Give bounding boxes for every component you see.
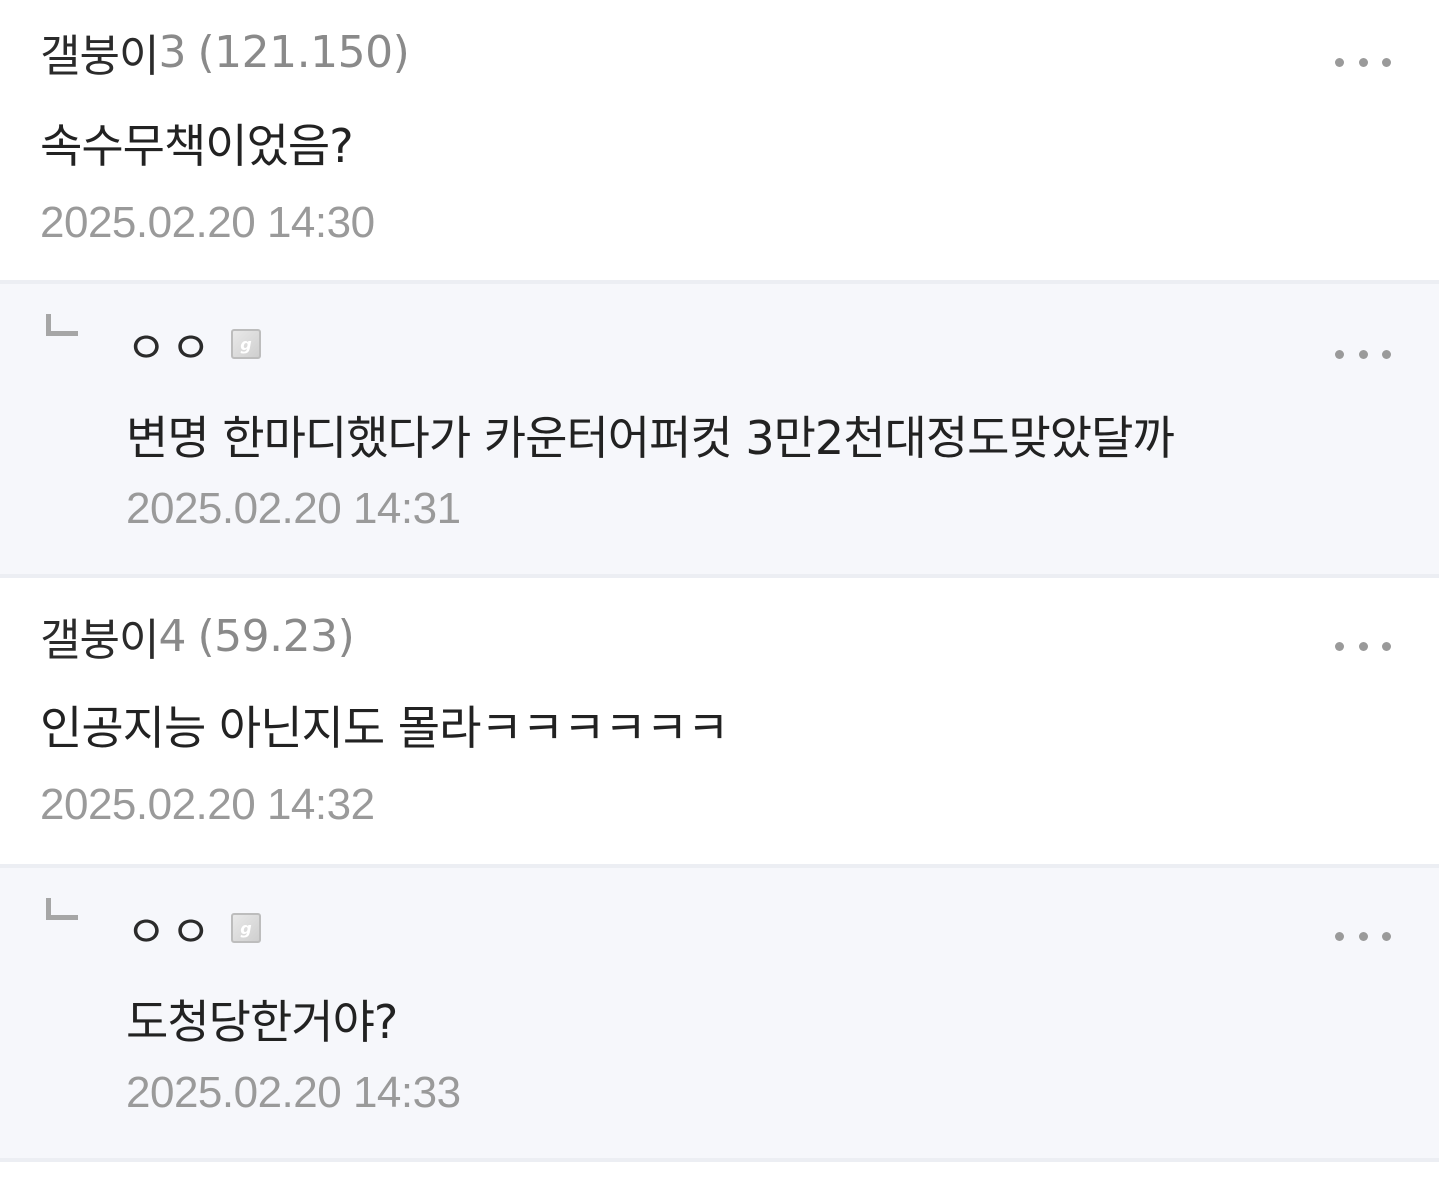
reply-arrow-icon [46, 898, 78, 920]
fixed-nick-badge-icon: g [230, 329, 261, 359]
more-options-icon[interactable] [1335, 926, 1391, 946]
more-dot [1358, 57, 1368, 67]
more-dot [1358, 349, 1368, 359]
more-dot [1335, 931, 1344, 941]
more-options-icon[interactable] [1335, 52, 1391, 72]
comment-list: 갤붕이 3 (121.150) 속수무책이었음? 2025.02.20 14:30… [0, 0, 1439, 1177]
comment-author[interactable]: 갤붕이 3 (121.150) [40, 22, 410, 83]
more-options-icon[interactable] [1335, 344, 1391, 364]
author-ip: (121.150) [197, 26, 410, 78]
more-dot [1382, 641, 1391, 651]
comment-text: 인공지능 아닌지도 몰라ㅋㅋㅋㅋㅋㅋ [40, 701, 729, 755]
reply-timestamp: 2025.02.20 14:31 [126, 484, 461, 533]
comment-timestamp: 2025.02.20 14:32 [40, 780, 375, 829]
author-number: 4 [158, 610, 186, 662]
more-options-icon[interactable] [1335, 636, 1391, 656]
reply-text: 변명 한마디했다가 카운터어퍼컷 3만2천대정도맞았달까 [126, 411, 1175, 465]
author-ip: (59.23) [197, 610, 355, 662]
reply-arrow-icon [46, 314, 78, 336]
reply-timestamp: 2025.02.20 14:33 [126, 1068, 461, 1117]
comment-author[interactable]: 갤붕이 4 (59.23) [40, 606, 355, 667]
more-dot [1382, 349, 1391, 359]
reply-text: 도청당한거야? [126, 995, 398, 1049]
author-name: ㅇㅇ [126, 323, 215, 374]
more-dot [1358, 641, 1368, 651]
reply-item: ㅇㅇ g 변명 한마디했다가 카운터어퍼컷 3만2천대정도맞았달까 2025.0… [0, 284, 1439, 578]
reply-author[interactable]: ㅇㅇ g [126, 314, 261, 374]
more-dot [1382, 57, 1391, 67]
comment-timestamp: 2025.02.20 14:30 [40, 198, 375, 247]
more-dot [1335, 349, 1344, 359]
author-name: 갤붕이 [40, 31, 159, 82]
reply-item: ㅇㅇ g 도청당한거야? 2025.02.20 14:33 [0, 868, 1439, 1162]
comment-text: 속수무책이었음? [40, 119, 354, 173]
more-dot [1335, 641, 1344, 651]
reply-author[interactable]: ㅇㅇ g [126, 898, 261, 958]
author-name: ㅇㅇ [126, 907, 215, 958]
fixed-nick-badge-icon: g [230, 913, 261, 943]
more-dot [1358, 931, 1368, 941]
more-dot [1382, 931, 1391, 941]
comment-item: 갤붕이 4 (59.23) 인공지능 아닌지도 몰라ㅋㅋㅋㅋㅋㅋ 2025.02.… [0, 578, 1439, 868]
comment-item: 갤붕이 3 (121.150) 속수무책이었음? 2025.02.20 14:30 [0, 0, 1439, 284]
more-dot [1335, 57, 1344, 67]
author-number: 3 [158, 26, 186, 78]
author-name: 갤붕이 [40, 615, 159, 666]
